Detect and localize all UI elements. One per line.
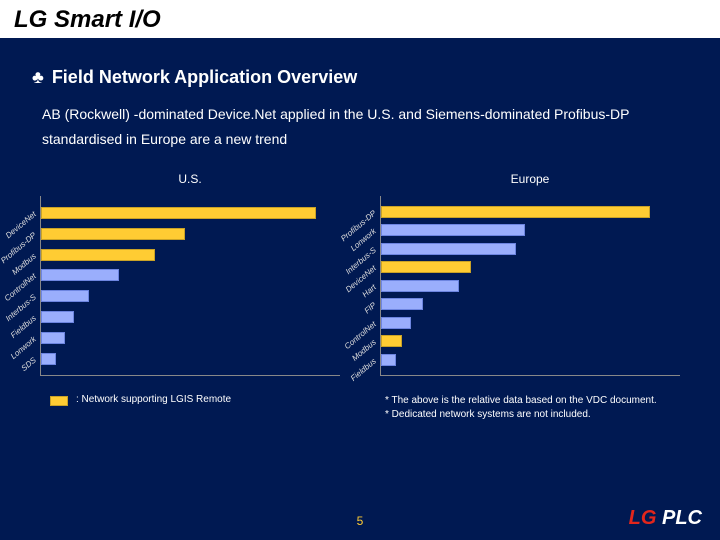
bar [41, 311, 74, 323]
footer-brand: LG PLC [629, 507, 702, 530]
bar-row: ControlNet [381, 316, 680, 330]
bar [41, 249, 155, 261]
bar [381, 298, 423, 310]
bar-label: SDS [20, 355, 38, 372]
bar-label: FIP [363, 301, 378, 316]
legend-notes: * The above is the relative data based o… [385, 394, 680, 422]
section-description: AB (Rockwell) -dominated Device.Net appl… [42, 102, 688, 152]
bar [381, 317, 411, 329]
bar-row: DeviceNet [381, 260, 680, 274]
bar [41, 228, 185, 240]
slide-header: LG Smart I/O [0, 0, 720, 41]
chart-europe: Europe Profibus-DP Lonwork Interbus-S Devic… [380, 172, 680, 376]
page-number: 5 [0, 514, 720, 528]
bar-row: FIP [381, 297, 680, 311]
chart-us-title: U.S. [40, 172, 340, 186]
bar-row: ControlNet [41, 268, 340, 282]
bar [381, 243, 516, 255]
bar-row: SDS [41, 352, 340, 366]
content-area: ♣ Field Network Application Overview AB … [0, 43, 720, 422]
chart-us-area: DeviceNet Profibus-DP Modbus ControlNet Inte… [40, 196, 340, 376]
bar-row: Lonwork [381, 223, 680, 237]
chart-us: U.S. DeviceNet Profibus-DP Modbus ControlNe… [40, 172, 340, 376]
bar [381, 206, 650, 218]
legend-left: : Network supporting LGIS Remote [50, 394, 345, 422]
bar [41, 353, 56, 365]
club-icon: ♣ [32, 67, 44, 88]
bar-row: Profibus-DP [41, 227, 340, 241]
page-title: LG Smart I/O [14, 6, 706, 34]
bar-row: Fieldbus [41, 310, 340, 324]
bar [381, 335, 402, 347]
bar-row: Hart [381, 279, 680, 293]
bar [41, 207, 316, 219]
legend-note-1: * The above is the relative data based o… [385, 394, 680, 408]
bar-row: Modbus [41, 248, 340, 262]
bar-row: Lonwork [41, 331, 340, 345]
chart-europe-title: Europe [380, 172, 680, 186]
bar-row: Interbus-S [41, 289, 340, 303]
legend-row: : Network supporting LGIS Remote * The a… [32, 394, 688, 422]
legend-swatch-label: : Network supporting LGIS Remote [76, 394, 231, 405]
bar [41, 332, 65, 344]
brand-lg: LG [629, 507, 657, 529]
bar [381, 280, 459, 292]
bar [381, 261, 471, 273]
chart-europe-area: Profibus-DP Lonwork Interbus-S DeviceNet Har… [380, 196, 680, 376]
bar [41, 269, 119, 281]
bar-label: Hart [361, 282, 378, 299]
bar-row: DeviceNet [41, 206, 340, 220]
bar [41, 290, 89, 302]
charts-row: U.S. DeviceNet Profibus-DP Modbus ControlNe… [32, 172, 688, 376]
bar-row: Interbus-S [381, 242, 680, 256]
bar-row: Profibus-DP [381, 205, 680, 219]
legend-note-2: * Dedicated network systems are not incl… [385, 408, 680, 422]
brand-plc: PLC [662, 507, 702, 529]
legend-swatch-icon [50, 396, 68, 406]
bar [381, 224, 525, 236]
bar-row: Fieldbus [381, 353, 680, 367]
section-title: Field Network Application Overview [52, 67, 357, 88]
bar [381, 354, 396, 366]
bar-row: Modbus [381, 334, 680, 348]
section-heading: ♣ Field Network Application Overview [32, 67, 688, 88]
